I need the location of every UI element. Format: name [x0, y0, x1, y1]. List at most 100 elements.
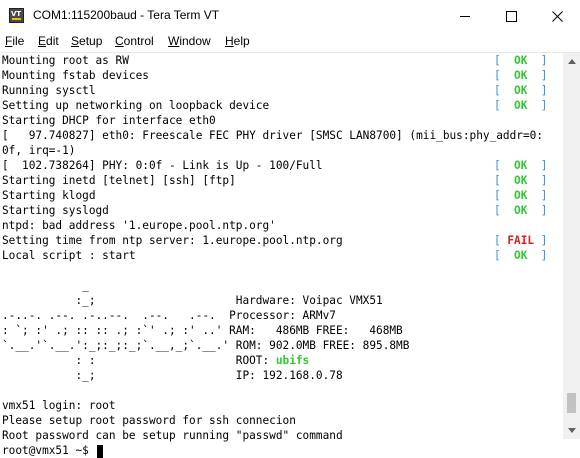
boot-status-fail: [ FAIL ] — [494, 233, 547, 248]
menu-bar: File Edit Setup Control Window Help — [0, 32, 580, 53]
app-icon-bar — [12, 18, 21, 20]
status-bracket-left: [ — [494, 84, 508, 97]
status-text: OK — [514, 189, 528, 202]
status-text: OK — [514, 204, 528, 217]
terminal-line: Mounting fstab devices — [2, 69, 149, 82]
status-bracket-left: [ — [494, 249, 508, 262]
terminal-line: 0f, irq=-1) — [2, 144, 76, 157]
menu-edit[interactable]: Edit — [38, 34, 59, 48]
status-bracket-right: ] — [534, 204, 548, 217]
status-bracket-left: [ — [494, 99, 508, 112]
status-text: OK — [514, 84, 528, 97]
boot-status-ok: [ OK ] — [494, 158, 547, 173]
shell-prompt: root@vmx51 ~$ — [2, 444, 96, 457]
terminal-line: Starting klogd — [2, 189, 96, 202]
close-icon — [551, 10, 563, 22]
terminal-line: Starting syslogd — [2, 204, 109, 217]
terminal-line: : `; :' .; :: :: .; :`' .; :' ..' RAM: 4… — [2, 324, 403, 337]
status-text: FAIL — [507, 234, 535, 247]
arrow-up-icon — [567, 59, 576, 64]
terminal-line: Root password can be setup running "pass… — [2, 429, 343, 442]
tera-term-app-icon[interactable]: VT — [9, 8, 24, 23]
menu-control[interactable]: Control — [115, 34, 154, 48]
terminal-line: ntpd: bad address '1.europe.pool.ntp.org… — [2, 219, 276, 232]
status-bracket-right: ] — [534, 249, 548, 262]
terminal-line: Please setup root password for ssh conne… — [2, 414, 296, 427]
close-button[interactable] — [534, 0, 580, 32]
boot-status-ok: [ OK ] — [494, 53, 547, 68]
status-bracket-right: ] — [534, 99, 548, 112]
boot-status-ok: [ OK ] — [494, 173, 547, 188]
status-bracket-left: [ — [494, 54, 508, 67]
terminal-line: :_; Hardware: Voipac VMX51 — [2, 294, 383, 307]
vertical-scrollbar[interactable] — [563, 53, 580, 439]
maximize-button[interactable] — [488, 0, 534, 32]
boot-status-ok: [ OK ] — [494, 83, 547, 98]
scroll-up-button[interactable] — [563, 53, 580, 70]
boot-status-ok: [ OK ] — [494, 188, 547, 203]
terminal-line: Starting DHCP for interface eth0 — [2, 114, 216, 127]
boot-status-ok: [ OK ] — [494, 203, 547, 218]
terminal-prompt-line: root@vmx51 ~$ — [2, 443, 103, 458]
terminal-cursor — [96, 444, 103, 458]
menu-control-accel: C — [115, 34, 124, 48]
terminal-line: Setting time from ntp server: 1.europe.p… — [2, 234, 343, 247]
terminal-line-root: : : ROOT: ubifs — [2, 353, 309, 368]
title-bar[interactable]: VT COM1:115200baud - Tera Term VT — [0, 0, 580, 32]
boot-status-ok: [ OK ] — [494, 248, 547, 263]
root-label: : : ROOT: — [2, 354, 276, 367]
terminal-line: _ — [2, 279, 89, 292]
arrow-down-icon — [567, 428, 576, 433]
status-text: OK — [514, 69, 528, 82]
menu-setup[interactable]: Setup — [71, 34, 102, 48]
status-bracket-left: [ — [494, 174, 508, 187]
minimize-button[interactable] — [442, 0, 488, 32]
root-fs-value: ubifs — [275, 354, 310, 367]
status-text: OK — [514, 54, 528, 67]
minimize-icon — [459, 15, 470, 17]
menu-control-label: ontrol — [123, 34, 154, 48]
boot-status-ok: [ OK ] — [494, 98, 547, 113]
status-bracket-left: [ — [494, 234, 508, 247]
status-bracket-left: [ — [494, 204, 508, 217]
app-icon-label: VT — [11, 10, 22, 18]
scroll-down-button[interactable] — [563, 422, 580, 439]
terminal-line: Starting inetd [telnet] [ssh] [ftp] — [2, 174, 236, 187]
status-bracket-right: ] — [534, 69, 548, 82]
maximize-icon — [505, 10, 517, 22]
terminal-line: Setting up networking on loopback device — [2, 99, 270, 112]
menu-help[interactable]: Help — [225, 34, 250, 48]
terminal-line: :_; IP: 192.168.0.78 — [2, 369, 343, 382]
status-bracket-right: ] — [534, 174, 548, 187]
menu-window-label: indow — [179, 34, 211, 48]
status-bracket-right: ] — [534, 84, 548, 97]
status-text: OK — [514, 99, 528, 112]
status-bracket-right: ] — [534, 54, 548, 67]
menu-file-label: ile — [12, 34, 25, 48]
scrollbar-thumb[interactable] — [567, 393, 576, 413]
terminal-line: vmx51 login: root — [2, 399, 116, 412]
menu-help-label: elp — [233, 34, 250, 48]
menu-edit-label: dit — [46, 34, 59, 48]
menu-setup-accel: S — [71, 34, 80, 48]
boot-status-ok: [ OK ] — [494, 68, 547, 83]
menu-setup-label: etup — [79, 34, 103, 48]
menu-file[interactable]: File — [5, 34, 24, 48]
menu-window[interactable]: Window — [168, 34, 211, 48]
menu-window-accel: W — [168, 34, 180, 48]
terminal-line: [ 102.738264] PHY: 0:0f - Link is Up - 1… — [2, 159, 323, 172]
terminal-line: Mounting root as RW — [2, 54, 129, 67]
status-text: OK — [514, 159, 528, 172]
status-bracket-right: ] — [534, 159, 548, 172]
status-bracket-right: ] — [534, 189, 548, 202]
status-text: OK — [514, 174, 528, 187]
status-text: OK — [514, 249, 528, 262]
terminal-line: Running sysctl — [2, 84, 96, 97]
terminal-line: .-..-. .--. .-..--. .--. .--. Processor:… — [2, 309, 336, 322]
status-bracket-left: [ — [494, 69, 508, 82]
terminal-line: [ 97.740827] eth0: Freescale FEC PHY dri… — [2, 129, 543, 142]
window-title: COM1:115200baud - Tera Term VT — [33, 8, 220, 22]
terminal-screen[interactable]: Mounting root as RW Mounting fstab devic… — [0, 53, 563, 458]
status-bracket-left: [ — [494, 159, 508, 172]
status-bracket-left: [ — [494, 189, 508, 202]
